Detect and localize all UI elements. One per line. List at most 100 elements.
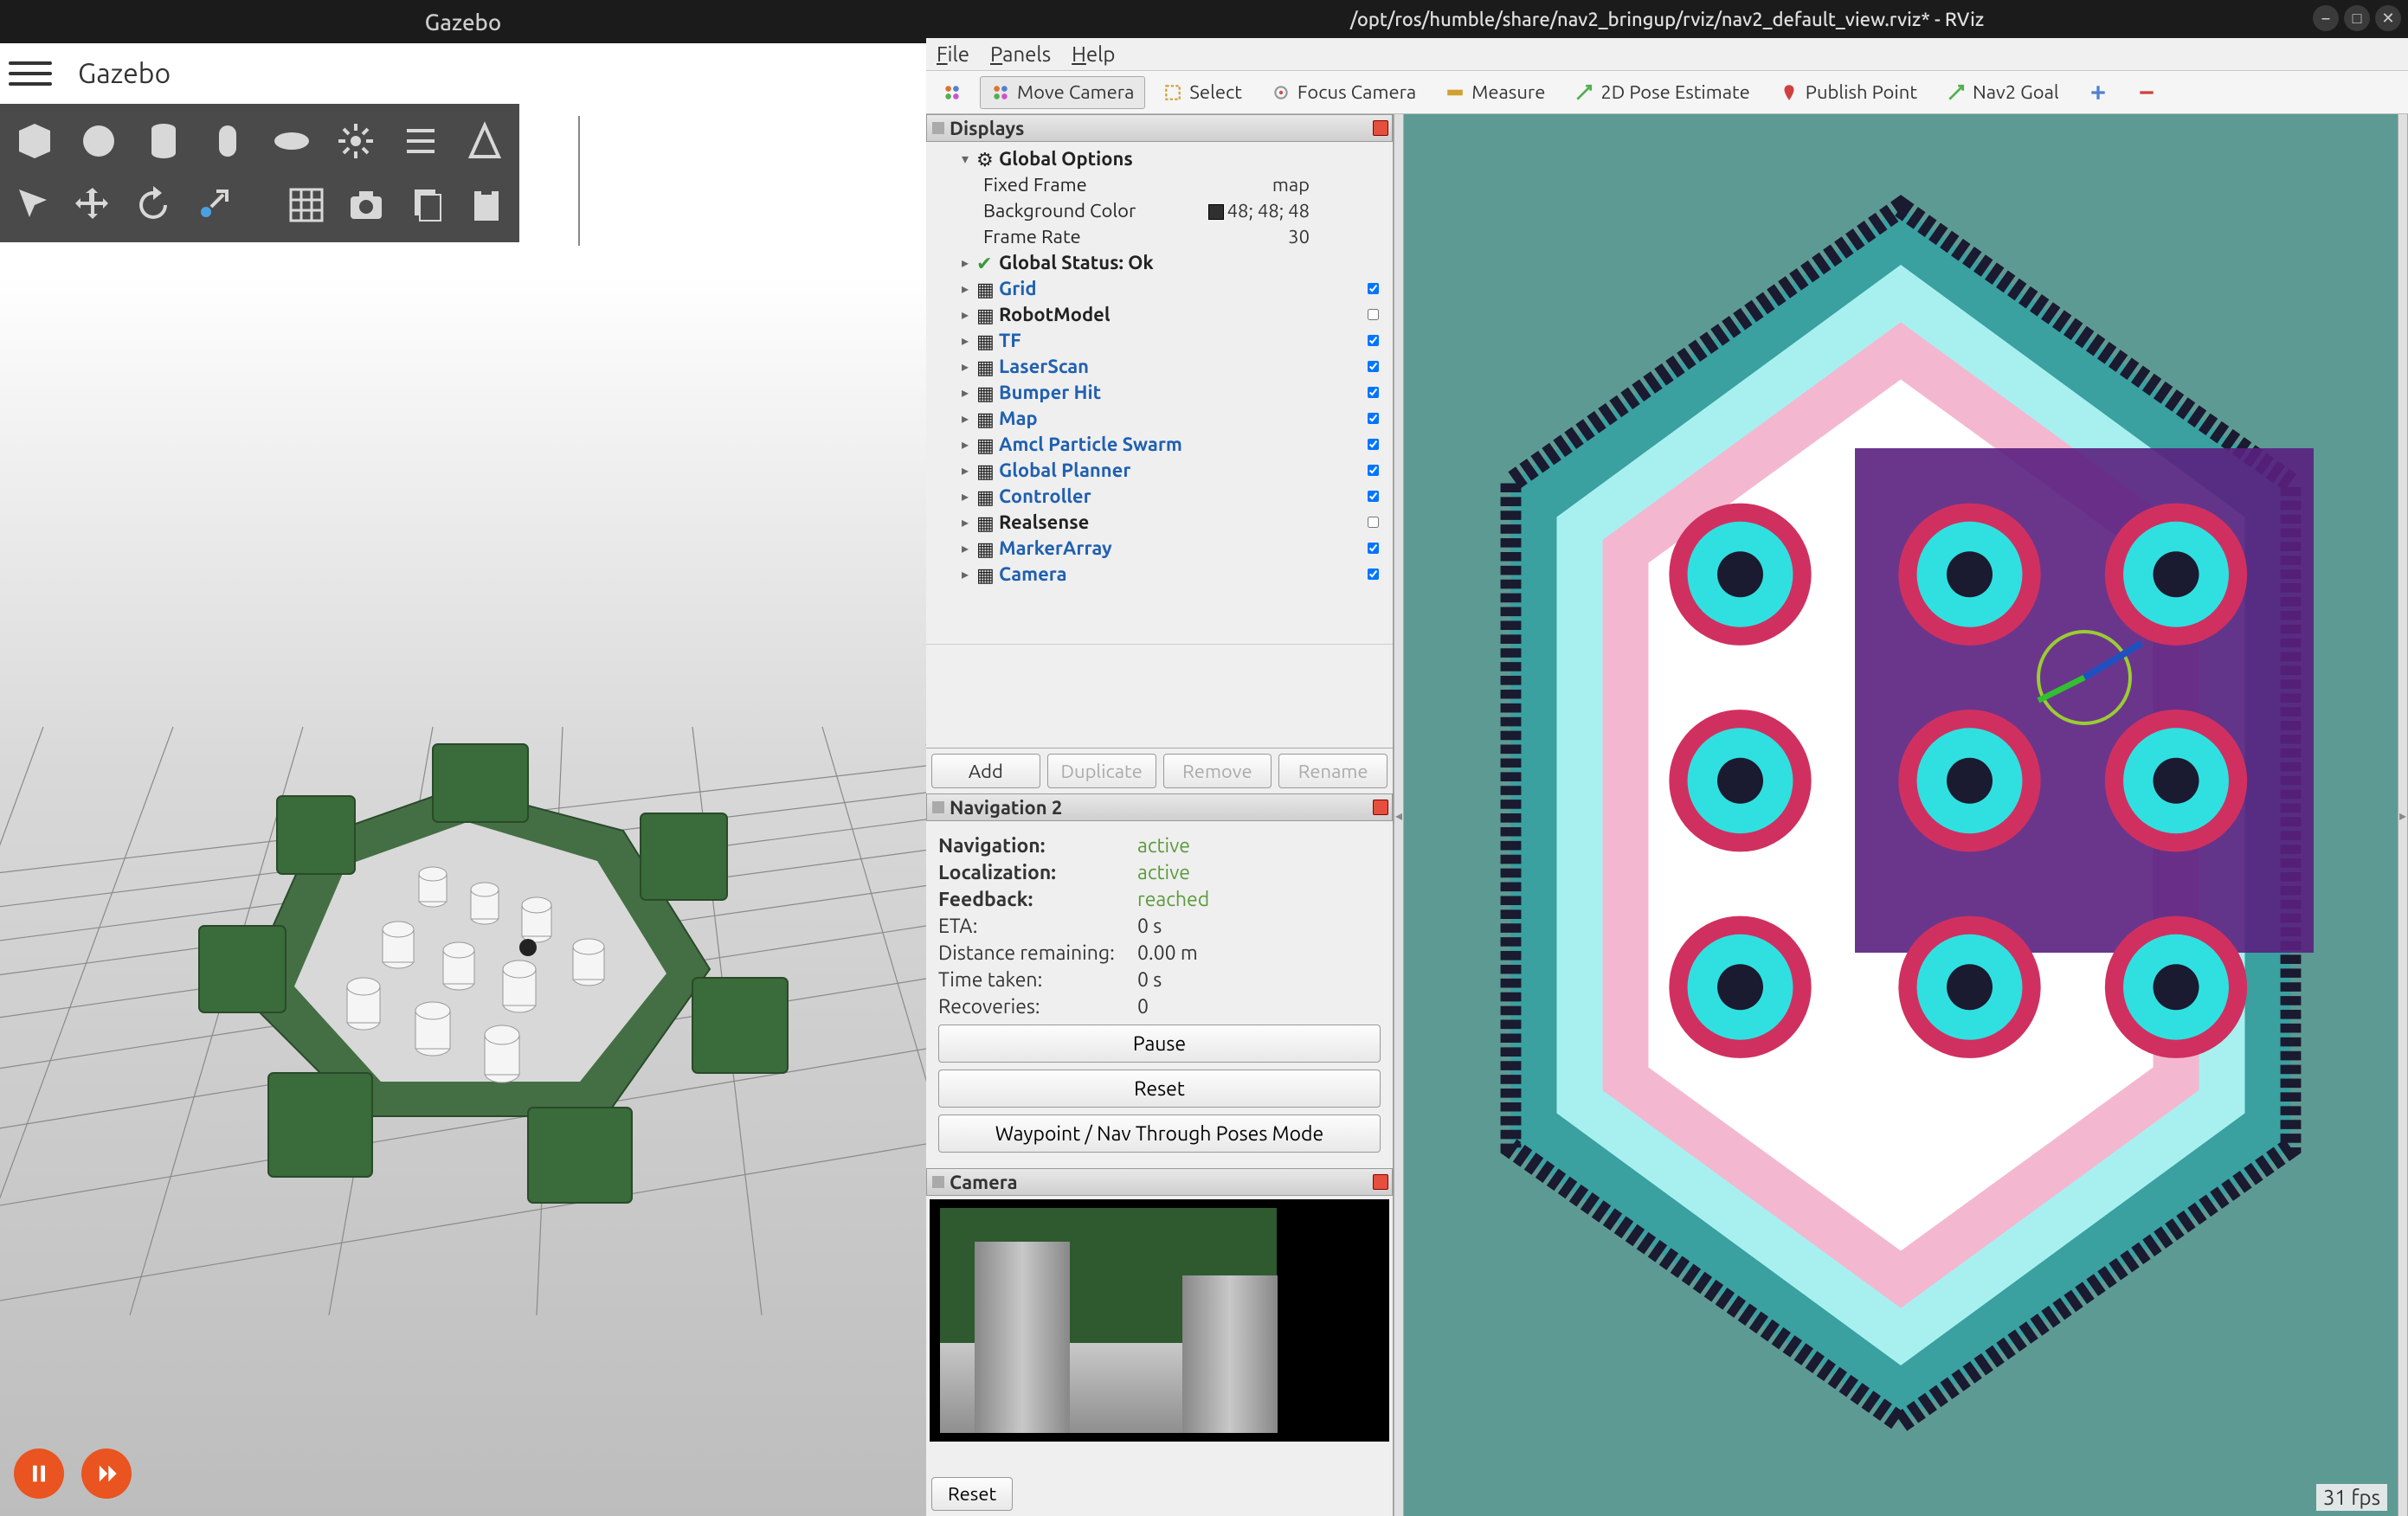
nav2-feedback-value: reached (1137, 889, 1209, 910)
display-item-map[interactable]: ▸▦Map (931, 405, 1387, 431)
displays-tree[interactable]: ▾⚙Global Options Fixed Framemap Backgrou… (926, 142, 1393, 644)
display-item-grid[interactable]: ▸▦Grid (931, 275, 1387, 301)
sphere-tool-icon[interactable] (74, 114, 123, 168)
display-item-laserscan[interactable]: ▸▦LaserScan (931, 353, 1387, 379)
move-camera-icon (991, 83, 1010, 102)
maximize-window-icon[interactable]: □ (2344, 5, 2370, 31)
interact-tool[interactable] (931, 76, 973, 109)
step-simulation-button[interactable] (81, 1449, 132, 1499)
measure-tool[interactable]: Measure (1434, 76, 1556, 109)
display-enable-checkbox[interactable] (1368, 465, 1379, 476)
display-type-icon: ▦ (976, 279, 995, 298)
menu-file[interactable]: File (937, 42, 969, 66)
display-item-amcl-particle-swarm[interactable]: ▸▦Amcl Particle Swarm (931, 431, 1387, 457)
display-enable-checkbox[interactable] (1368, 439, 1379, 450)
directional-light-icon[interactable] (396, 114, 445, 168)
minus-tool[interactable] (2126, 76, 2167, 109)
copy-icon[interactable] (404, 178, 449, 232)
rviz-reset-button[interactable]: Reset (931, 1477, 1013, 1511)
panel-close-icon[interactable] (1373, 800, 1388, 815)
rotate-tool-icon[interactable] (131, 178, 176, 232)
display-enable-checkbox[interactable] (1368, 413, 1379, 424)
menu-help[interactable]: Help (1072, 42, 1115, 66)
display-type-icon: ▦ (976, 434, 995, 453)
pose-estimate-tool[interactable]: 2D Pose Estimate (1563, 76, 1761, 109)
paste-icon[interactable] (464, 178, 509, 232)
nav2-goal-tool[interactable]: Nav2 Goal (1935, 76, 2070, 109)
display-item-robotmodel[interactable]: ▸▦RobotModel (931, 301, 1387, 327)
display-item-camera[interactable]: ▸▦Camera (931, 561, 1387, 587)
display-item-markerarray[interactable]: ▸▦MarkerArray (931, 535, 1387, 561)
display-type-icon: ▦ (976, 331, 995, 350)
measure-icon (1445, 83, 1465, 102)
gazebo-titlebar: Gazebo (0, 0, 926, 43)
display-enable-checkbox[interactable] (1368, 283, 1379, 294)
display-item-realsense[interactable]: ▸▦Realsense (931, 509, 1387, 535)
status-ok-icon: ✔ (976, 253, 995, 272)
rename-display-button[interactable]: Rename (1278, 754, 1387, 788)
dock-splitter[interactable]: ◂ (1394, 114, 1404, 1516)
pause-simulation-button[interactable] (14, 1449, 64, 1499)
translate-tool-icon[interactable] (71, 178, 116, 232)
display-enable-checkbox[interactable] (1368, 309, 1379, 320)
displays-panel-title[interactable]: Displays (926, 114, 1393, 142)
grid-config-icon[interactable] (284, 178, 329, 232)
rviz-titlebar: /opt/ros/humble/share/nav2_bringup/rviz/… (926, 0, 2408, 38)
publish-point-tool[interactable]: Publish Point (1768, 76, 1928, 109)
menu-panels[interactable]: Panels (990, 42, 1051, 66)
options-icon: ⚙ (976, 149, 995, 168)
cylinder-tool-icon[interactable] (139, 114, 188, 168)
plus-tool[interactable] (2077, 76, 2119, 109)
minimize-window-icon[interactable]: – (2313, 5, 2339, 31)
ellipsoid-tool-icon[interactable] (267, 114, 316, 168)
display-enable-checkbox[interactable] (1368, 491, 1379, 502)
display-enable-checkbox[interactable] (1368, 387, 1379, 398)
nav2-waypoint-button[interactable]: Waypoint / Nav Through Poses Mode (938, 1115, 1381, 1153)
remove-display-button[interactable]: Remove (1163, 754, 1272, 788)
display-item-global-planner[interactable]: ▸▦Global Planner (931, 457, 1387, 483)
add-display-button[interactable]: Add (931, 754, 1040, 788)
interact-icon (943, 83, 962, 102)
rviz-window: /opt/ros/humble/share/nav2_bringup/rviz/… (926, 0, 2408, 1516)
display-item-controller[interactable]: ▸▦Controller (931, 483, 1387, 509)
rviz-3d-view[interactable]: 31 fps (1404, 114, 2398, 1516)
display-enable-checkbox[interactable] (1368, 361, 1379, 372)
panel-close-icon[interactable] (1373, 1174, 1388, 1190)
display-enable-checkbox[interactable] (1368, 335, 1379, 346)
spot-light-icon[interactable] (460, 114, 509, 168)
select-tool[interactable]: Select (1152, 76, 1252, 109)
nav2-reset-button[interactable]: Reset (938, 1070, 1381, 1108)
focus-camera-tool[interactable]: Focus Camera (1260, 76, 1427, 109)
display-item-tf[interactable]: ▸▦TF (931, 327, 1387, 353)
nav2-eta-label: ETA: (938, 915, 1137, 937)
close-window-icon[interactable]: ✕ (2375, 5, 2401, 31)
nav2-recov-label: Recoveries: (938, 996, 1137, 1018)
rviz-left-dock: Displays ▾⚙Global Options Fixed Framemap… (926, 114, 1394, 1516)
capsule-tool-icon[interactable] (203, 114, 252, 168)
display-type-icon: ▦ (976, 408, 995, 427)
focus-icon (1272, 83, 1291, 102)
dock-splitter-right[interactable]: ▸ (2398, 114, 2408, 1516)
move-camera-tool[interactable]: Move Camera (980, 76, 1145, 109)
gazebo-3d-viewport[interactable] (0, 277, 926, 1516)
display-type-icon: ▦ (976, 512, 995, 531)
display-item-bumper-hit[interactable]: ▸▦Bumper Hit (931, 379, 1387, 405)
display-enable-checkbox[interactable] (1368, 568, 1379, 580)
panel-close-icon[interactable] (1373, 120, 1388, 136)
camera-panel-title[interactable]: Camera (926, 1168, 1393, 1196)
nav2-panel-title[interactable]: Navigation 2 (926, 793, 1393, 821)
nav2-pause-button[interactable]: Pause (938, 1025, 1381, 1063)
display-enable-checkbox[interactable] (1368, 517, 1379, 528)
point-light-icon[interactable] (332, 114, 380, 168)
gazebo-title: Gazebo (425, 10, 502, 35)
select-tool-icon[interactable] (10, 178, 55, 232)
hamburger-menu-icon[interactable] (9, 52, 52, 95)
scale-tool-icon[interactable] (191, 178, 236, 232)
select-icon (1163, 83, 1182, 102)
cube-tool-icon[interactable] (10, 114, 59, 168)
display-enable-checkbox[interactable] (1368, 543, 1379, 554)
screenshot-icon[interactable] (344, 178, 389, 232)
display-type-icon: ▦ (976, 564, 995, 583)
camera-image-view[interactable] (930, 1199, 1389, 1442)
duplicate-display-button[interactable]: Duplicate (1047, 754, 1156, 788)
